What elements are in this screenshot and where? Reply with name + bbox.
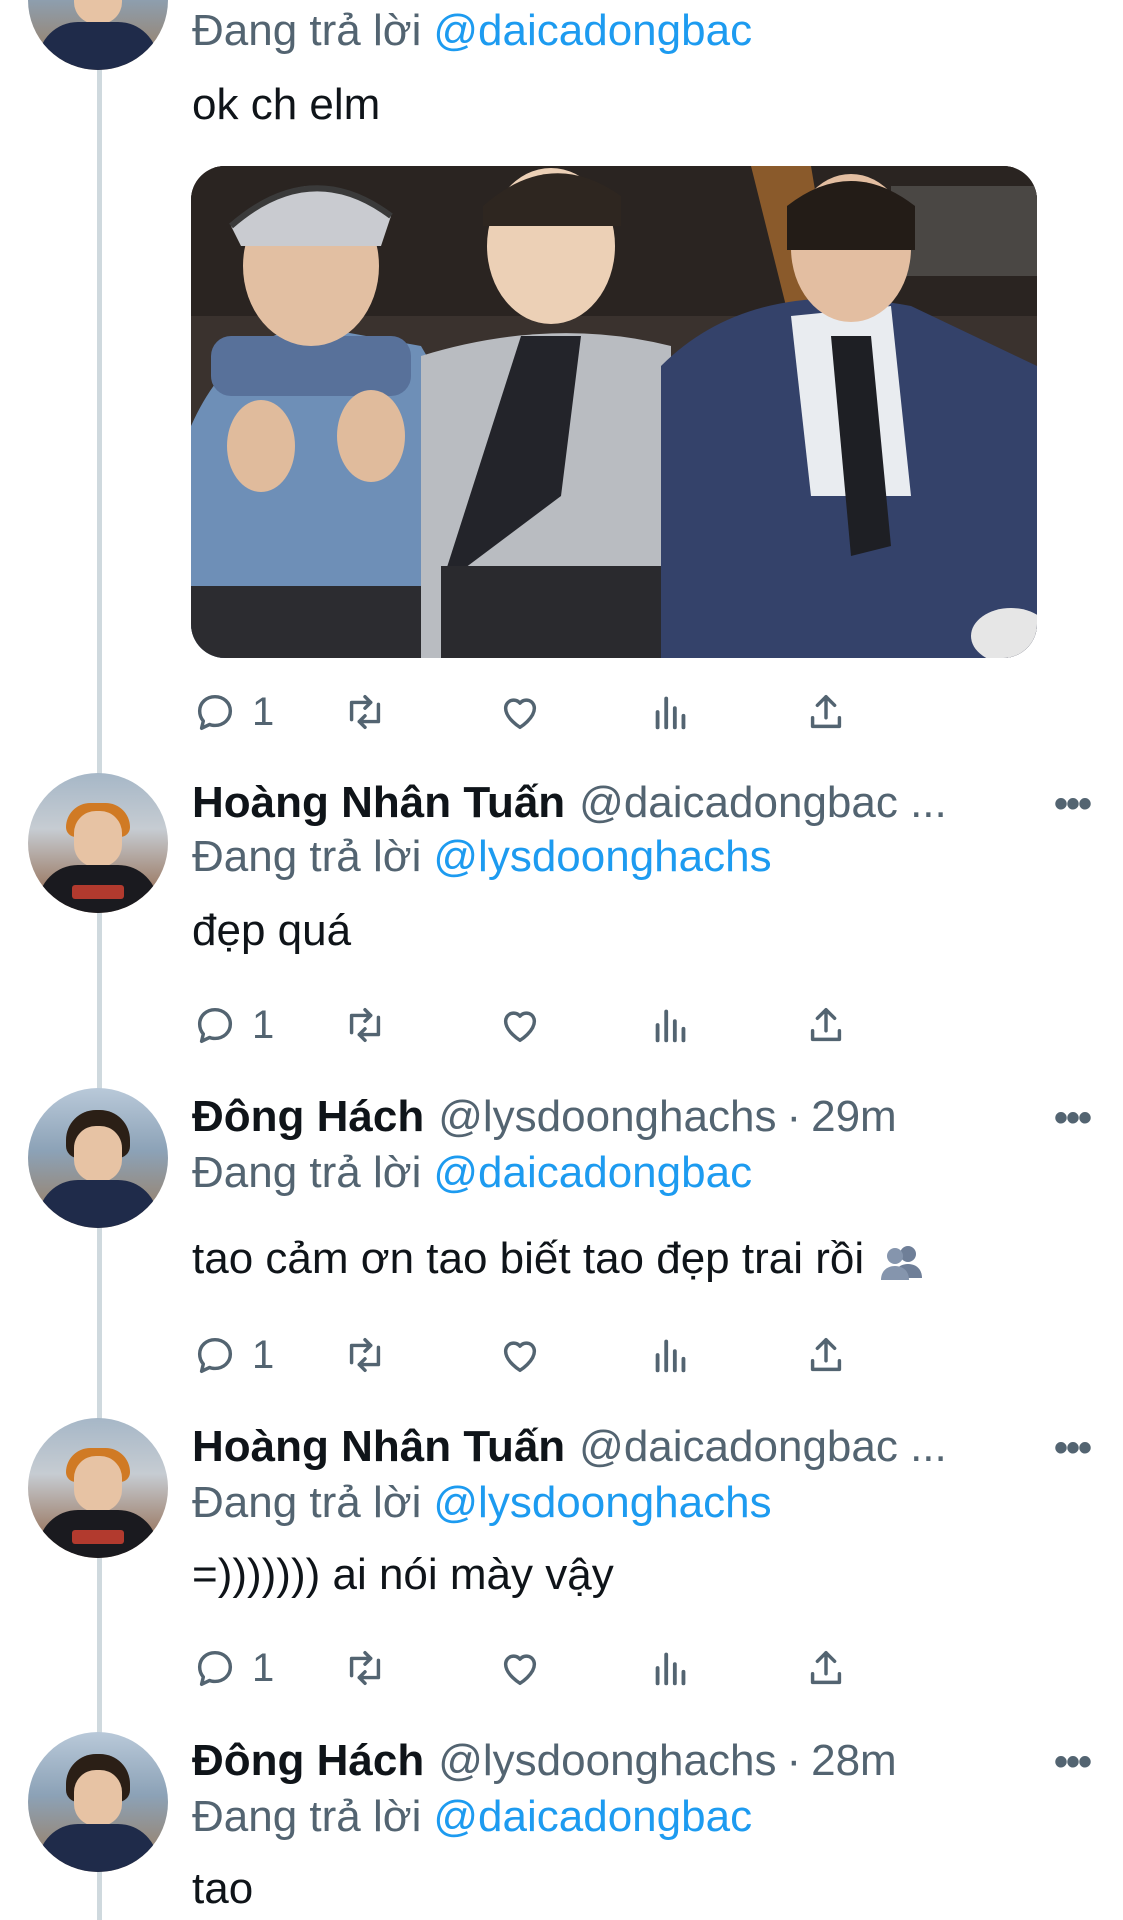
- mention-link[interactable]: @daicadongbac: [433, 1792, 752, 1841]
- more-icon[interactable]: •••: [1054, 1426, 1092, 1471]
- tweet-text: =))))))) ai nói mày vậy: [192, 1550, 614, 1599]
- separator: ·: [786, 1092, 802, 1141]
- photo-of-three-young-men: [191, 166, 1037, 658]
- reply-count: 1: [252, 1645, 275, 1690]
- tweet-actions: 1: [192, 1643, 1038, 1693]
- tweet-actions: 1: [192, 1000, 1038, 1050]
- timestamp[interactable]: 29m: [811, 1092, 897, 1142]
- mention-link[interactable]: @lysdoonghachs: [433, 1478, 771, 1527]
- replying-to: Đang trả lời @daicadongbac: [192, 6, 752, 56]
- reply-count: 1: [252, 689, 275, 734]
- like-button[interactable]: [497, 1000, 543, 1050]
- display-name[interactable]: Hoàng Nhân Tuấn: [192, 778, 565, 828]
- replying-to-label: Đang trả lời: [192, 832, 422, 881]
- avatar[interactable]: [28, 1418, 168, 1558]
- views-button[interactable]: [648, 1000, 694, 1050]
- retweet-button[interactable]: [342, 1643, 388, 1693]
- retweet-icon: [349, 1337, 381, 1373]
- like-button[interactable]: [497, 687, 543, 737]
- retweet-icon: [349, 1007, 381, 1043]
- views-icon: [655, 696, 686, 730]
- views-button[interactable]: [648, 1330, 694, 1380]
- like-button[interactable]: [497, 1643, 543, 1693]
- share-button[interactable]: [803, 687, 849, 737]
- replying-to-label: Đang trả lời: [192, 1148, 422, 1197]
- views-button[interactable]: [648, 1643, 694, 1693]
- retweet-button[interactable]: [342, 687, 388, 737]
- tweet-actions: 1: [192, 1330, 1038, 1380]
- replying-to-label: Đang trả lời: [192, 1792, 422, 1841]
- share-icon: [810, 1337, 842, 1372]
- mention-link[interactable]: @daicadongbac: [433, 6, 752, 55]
- share-button[interactable]: [803, 1000, 849, 1050]
- reply-button[interactable]: 1: [192, 1643, 274, 1693]
- display-name[interactable]: Hoàng Nhân Tuấn: [192, 1422, 565, 1472]
- tweet-actions: 1: [192, 687, 1038, 737]
- views-button[interactable]: [648, 687, 694, 737]
- replying-to-label: Đang trả lời: [192, 1478, 422, 1527]
- views-icon: [655, 1652, 686, 1686]
- handle[interactable]: @lysdoonghachs: [438, 1736, 776, 1786]
- tweet-text: ok ch elm: [192, 80, 381, 129]
- mention-link[interactable]: @daicadongbac: [433, 1148, 752, 1197]
- replying-to: Đang trả lời @daicadongbac: [192, 1148, 752, 1198]
- handle[interactable]: @daicadongbac ...: [579, 778, 947, 828]
- display-name[interactable]: Đông Hách: [192, 1736, 424, 1786]
- replying-to: Đang trả lời @lysdoonghachs: [192, 1478, 772, 1528]
- share-button[interactable]: [803, 1330, 849, 1380]
- tweet-header: Hoàng Nhân Tuấn @daicadongbac ...: [192, 778, 947, 828]
- share-icon: [810, 1650, 842, 1685]
- reply-icon: [197, 694, 233, 731]
- tweet-header: Hoàng Nhân Tuấn @daicadongbac ...: [192, 1422, 947, 1472]
- retweet-icon: [349, 694, 381, 730]
- views-icon: [655, 1339, 686, 1373]
- handle[interactable]: @lysdoonghachs: [438, 1092, 776, 1142]
- mention-link[interactable]: @lysdoonghachs: [433, 832, 771, 881]
- tweet-text: tao: [192, 1864, 254, 1913]
- like-icon: [503, 1011, 537, 1043]
- replying-to-label: Đang trả lời: [192, 6, 422, 55]
- tweet-header: Đông Hách @lysdoonghachs · 29m: [192, 1092, 897, 1142]
- avatar[interactable]: [28, 0, 168, 70]
- like-button[interactable]: [497, 1330, 543, 1380]
- retweet-icon: [349, 1650, 381, 1686]
- like-icon: [503, 698, 537, 730]
- avatar[interactable]: [28, 1088, 168, 1228]
- reply-icon: [197, 1337, 233, 1374]
- avatar[interactable]: [28, 1732, 168, 1872]
- separator: ·: [786, 1736, 802, 1785]
- reply-button[interactable]: 1: [192, 687, 274, 737]
- more-icon[interactable]: •••: [1054, 1096, 1092, 1141]
- timestamp[interactable]: 28m: [811, 1736, 897, 1786]
- tweet-media-image[interactable]: [191, 166, 1037, 658]
- handle[interactable]: @daicadongbac ...: [579, 1422, 947, 1472]
- more-icon[interactable]: •••: [1054, 1740, 1092, 1785]
- reply-button[interactable]: 1: [192, 1000, 274, 1050]
- replying-to: Đang trả lời @lysdoonghachs: [192, 832, 772, 882]
- reply-icon: [197, 1007, 233, 1044]
- tweet-text: đẹp quá: [192, 906, 352, 955]
- tweet-text-content: tao cảm ơn tao biết tao đẹp trai rồi: [192, 1234, 865, 1283]
- avatar[interactable]: [28, 773, 168, 913]
- retweet-button[interactable]: [342, 1330, 388, 1380]
- retweet-button[interactable]: [342, 1000, 388, 1050]
- like-icon: [503, 1654, 537, 1686]
- reply-icon: [197, 1650, 233, 1687]
- more-icon[interactable]: •••: [1054, 782, 1092, 827]
- replying-to: Đang trả lời @daicadongbac: [192, 1792, 752, 1842]
- display-name[interactable]: Đông Hách: [192, 1092, 424, 1142]
- share-icon: [810, 694, 842, 729]
- busts-in-silhouette-emoji: [881, 1246, 923, 1281]
- tweet-header: Đông Hách @lysdoonghachs · 28m: [192, 1736, 897, 1786]
- thread-line: [97, 0, 102, 1920]
- reply-count: 1: [252, 1332, 275, 1377]
- share-icon: [810, 1007, 842, 1042]
- reply-button[interactable]: 1: [192, 1330, 274, 1380]
- reply-count: 1: [252, 1002, 275, 1047]
- tweet-text: tao cảm ơn tao biết tao đẹp trai rồi: [192, 1234, 924, 1284]
- share-button[interactable]: [803, 1643, 849, 1693]
- like-icon: [503, 1341, 537, 1373]
- views-icon: [655, 1009, 686, 1043]
